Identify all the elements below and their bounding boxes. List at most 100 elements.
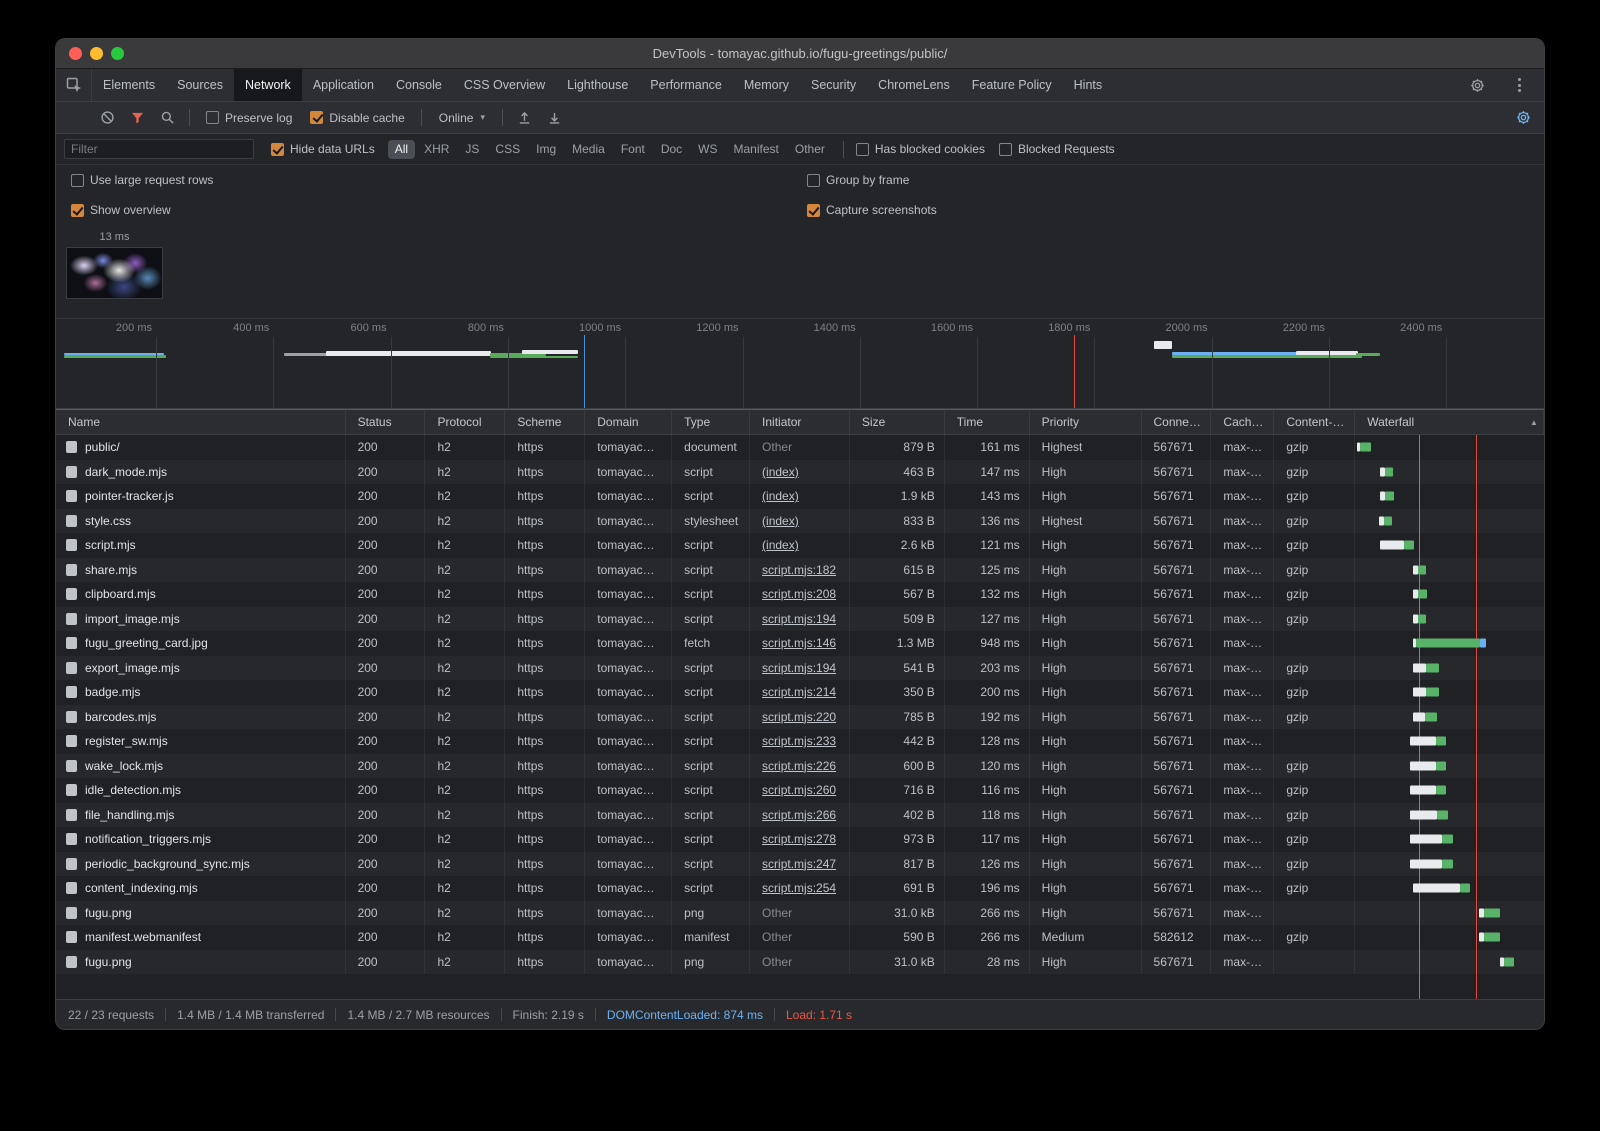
- column-header-content[interactable]: Content-…: [1274, 410, 1355, 434]
- column-header-protocol[interactable]: Protocol: [425, 410, 505, 434]
- tab-security[interactable]: Security: [800, 69, 867, 101]
- filter-type-xhr[interactable]: XHR: [417, 140, 456, 159]
- tab-application[interactable]: Application: [302, 69, 385, 101]
- network-overview[interactable]: 200 ms400 ms600 ms800 ms1000 ms1200 ms14…: [56, 319, 1544, 409]
- has-blocked-cookies-checkbox[interactable]: Has blocked cookies: [856, 142, 985, 156]
- zoom-window-button[interactable]: [111, 47, 124, 60]
- tab-hints[interactable]: Hints: [1063, 69, 1113, 101]
- filter-type-doc[interactable]: Doc: [654, 140, 689, 159]
- request-row[interactable]: fugu_greeting_card.jpg200h2httpstomayac……: [56, 631, 1544, 656]
- column-header-priority[interactable]: Priority: [1030, 410, 1142, 434]
- filter-type-ws[interactable]: WS: [691, 140, 724, 159]
- filter-type-js[interactable]: JS: [458, 140, 486, 159]
- tab-performance[interactable]: Performance: [639, 69, 733, 101]
- initiator-link[interactable]: script.mjs:260: [762, 783, 836, 797]
- initiator-link[interactable]: script.mjs:194: [762, 612, 836, 626]
- request-row[interactable]: periodic_background_sync.mjs200h2httpsto…: [56, 852, 1544, 877]
- column-header-domain[interactable]: Domain: [585, 410, 672, 434]
- tab-css-overview[interactable]: CSS Overview: [453, 69, 556, 101]
- filter-type-img[interactable]: Img: [529, 140, 563, 159]
- tab-console[interactable]: Console: [385, 69, 453, 101]
- request-row[interactable]: idle_detection.mjs200h2httpstomayac…scri…: [56, 778, 1544, 803]
- request-row[interactable]: content_indexing.mjs200h2httpstomayac…sc…: [56, 876, 1544, 901]
- column-header-status[interactable]: Status: [346, 410, 426, 434]
- request-row[interactable]: export_image.mjs200h2httpstomayac…script…: [56, 656, 1544, 681]
- network-settings-gear-button[interactable]: [1510, 106, 1536, 130]
- group-by-frame-checkbox[interactable]: Group by frame: [807, 173, 1529, 187]
- column-header-initiator[interactable]: Initiator: [750, 410, 850, 434]
- tab-feature-policy[interactable]: Feature Policy: [961, 69, 1063, 101]
- column-header-connection[interactable]: Conne…: [1142, 410, 1212, 434]
- column-header-waterfall[interactable]: Waterfall▲: [1355, 410, 1544, 434]
- initiator-link[interactable]: script.mjs:226: [762, 759, 836, 773]
- request-row[interactable]: pointer-tracker.js200h2httpstomayac…scri…: [56, 484, 1544, 509]
- screenshot-thumbnail[interactable]: [66, 247, 163, 299]
- search-button[interactable]: [154, 106, 180, 130]
- tab-elements[interactable]: Elements: [92, 69, 166, 101]
- request-row[interactable]: script.mjs200h2httpstomayac…script(index…: [56, 533, 1544, 558]
- column-header-scheme[interactable]: Scheme: [505, 410, 585, 434]
- request-row[interactable]: barcodes.mjs200h2httpstomayac…scriptscri…: [56, 705, 1544, 730]
- request-row[interactable]: fugu.png200h2httpstomayac…pngOther31.0 k…: [56, 950, 1544, 975]
- request-row[interactable]: notification_triggers.mjs200h2httpstomay…: [56, 827, 1544, 852]
- close-window-button[interactable]: [69, 47, 82, 60]
- tab-network[interactable]: Network: [234, 69, 302, 101]
- initiator-link[interactable]: script.mjs:233: [762, 734, 836, 748]
- column-header-cache[interactable]: Cach…: [1211, 410, 1274, 434]
- initiator-link[interactable]: script.mjs:182: [762, 563, 836, 577]
- record-network-log-button[interactable]: [64, 106, 90, 130]
- inspect-element-button[interactable]: [56, 69, 92, 101]
- column-header-name[interactable]: Name: [56, 410, 346, 434]
- filter-type-other[interactable]: Other: [788, 140, 832, 159]
- tab-sources[interactable]: Sources: [166, 69, 234, 101]
- request-row[interactable]: register_sw.mjs200h2httpstomayac…scripts…: [56, 729, 1544, 754]
- initiator-link[interactable]: script.mjs:266: [762, 808, 836, 822]
- clear-network-log-button[interactable]: [94, 106, 120, 130]
- throttling-dropdown[interactable]: Online ▾: [431, 109, 493, 127]
- tab-memory[interactable]: Memory: [733, 69, 800, 101]
- request-row[interactable]: fugu.png200h2httpstomayac…pngOther31.0 k…: [56, 901, 1544, 926]
- more-options-kebab-button[interactable]: [1506, 73, 1532, 97]
- filter-toggle-button[interactable]: [124, 106, 150, 130]
- settings-gear-button[interactable]: [1464, 73, 1490, 97]
- initiator-link[interactable]: script.mjs:247: [762, 857, 836, 871]
- filter-type-media[interactable]: Media: [565, 140, 612, 159]
- filter-type-css[interactable]: CSS: [488, 140, 527, 159]
- request-row[interactable]: public/200h2httpstomayac…documentOther87…: [56, 435, 1544, 460]
- tab-chromelens[interactable]: ChromeLens: [867, 69, 961, 101]
- filter-type-font[interactable]: Font: [614, 140, 652, 159]
- network-filter-input[interactable]: [64, 139, 254, 159]
- blocked-requests-checkbox[interactable]: Blocked Requests: [999, 142, 1115, 156]
- tab-lighthouse[interactable]: Lighthouse: [556, 69, 639, 101]
- request-row[interactable]: wake_lock.mjs200h2httpstomayac…scriptscr…: [56, 754, 1544, 779]
- request-row[interactable]: style.css200h2httpstomayac…stylesheet(in…: [56, 509, 1544, 534]
- request-row[interactable]: dark_mode.mjs200h2httpstomayac…script(in…: [56, 460, 1544, 485]
- filter-type-manifest[interactable]: Manifest: [727, 140, 786, 159]
- column-header-time[interactable]: Time: [945, 410, 1030, 434]
- request-row[interactable]: badge.mjs200h2httpstomayac…scriptscript.…: [56, 680, 1544, 705]
- initiator-link[interactable]: (index): [762, 465, 799, 479]
- use-large-request-rows-checkbox[interactable]: Use large request rows: [71, 173, 793, 187]
- initiator-link[interactable]: script.mjs:194: [762, 661, 836, 675]
- preserve-log-checkbox[interactable]: Preserve log: [206, 111, 292, 125]
- initiator-link[interactable]: script.mjs:278: [762, 832, 836, 846]
- disable-cache-checkbox[interactable]: Disable cache: [310, 111, 404, 125]
- export-har-button[interactable]: [542, 106, 568, 130]
- show-overview-checkbox[interactable]: Show overview: [71, 203, 793, 217]
- hide-data-urls-checkbox[interactable]: Hide data URLs: [271, 142, 375, 156]
- initiator-link[interactable]: script.mjs:146: [762, 636, 836, 650]
- request-row[interactable]: manifest.webmanifest200h2httpstomayac…ma…: [56, 925, 1544, 950]
- request-row[interactable]: share.mjs200h2httpstomayac…scriptscript.…: [56, 558, 1544, 583]
- initiator-link[interactable]: (index): [762, 489, 799, 503]
- request-row[interactable]: clipboard.mjs200h2httpstomayac…scriptscr…: [56, 582, 1544, 607]
- capture-screenshots-checkbox[interactable]: Capture screenshots: [807, 203, 1529, 217]
- request-row[interactable]: import_image.mjs200h2httpstomayac…script…: [56, 607, 1544, 632]
- column-header-size[interactable]: Size: [850, 410, 945, 434]
- initiator-link[interactable]: script.mjs:214: [762, 685, 836, 699]
- initiator-link[interactable]: script.mjs:254: [762, 881, 836, 895]
- initiator-link[interactable]: (index): [762, 538, 799, 552]
- initiator-link[interactable]: script.mjs:220: [762, 710, 836, 724]
- import-har-button[interactable]: [512, 106, 538, 130]
- request-row[interactable]: file_handling.mjs200h2httpstomayac…scrip…: [56, 803, 1544, 828]
- column-header-type[interactable]: Type: [672, 410, 750, 434]
